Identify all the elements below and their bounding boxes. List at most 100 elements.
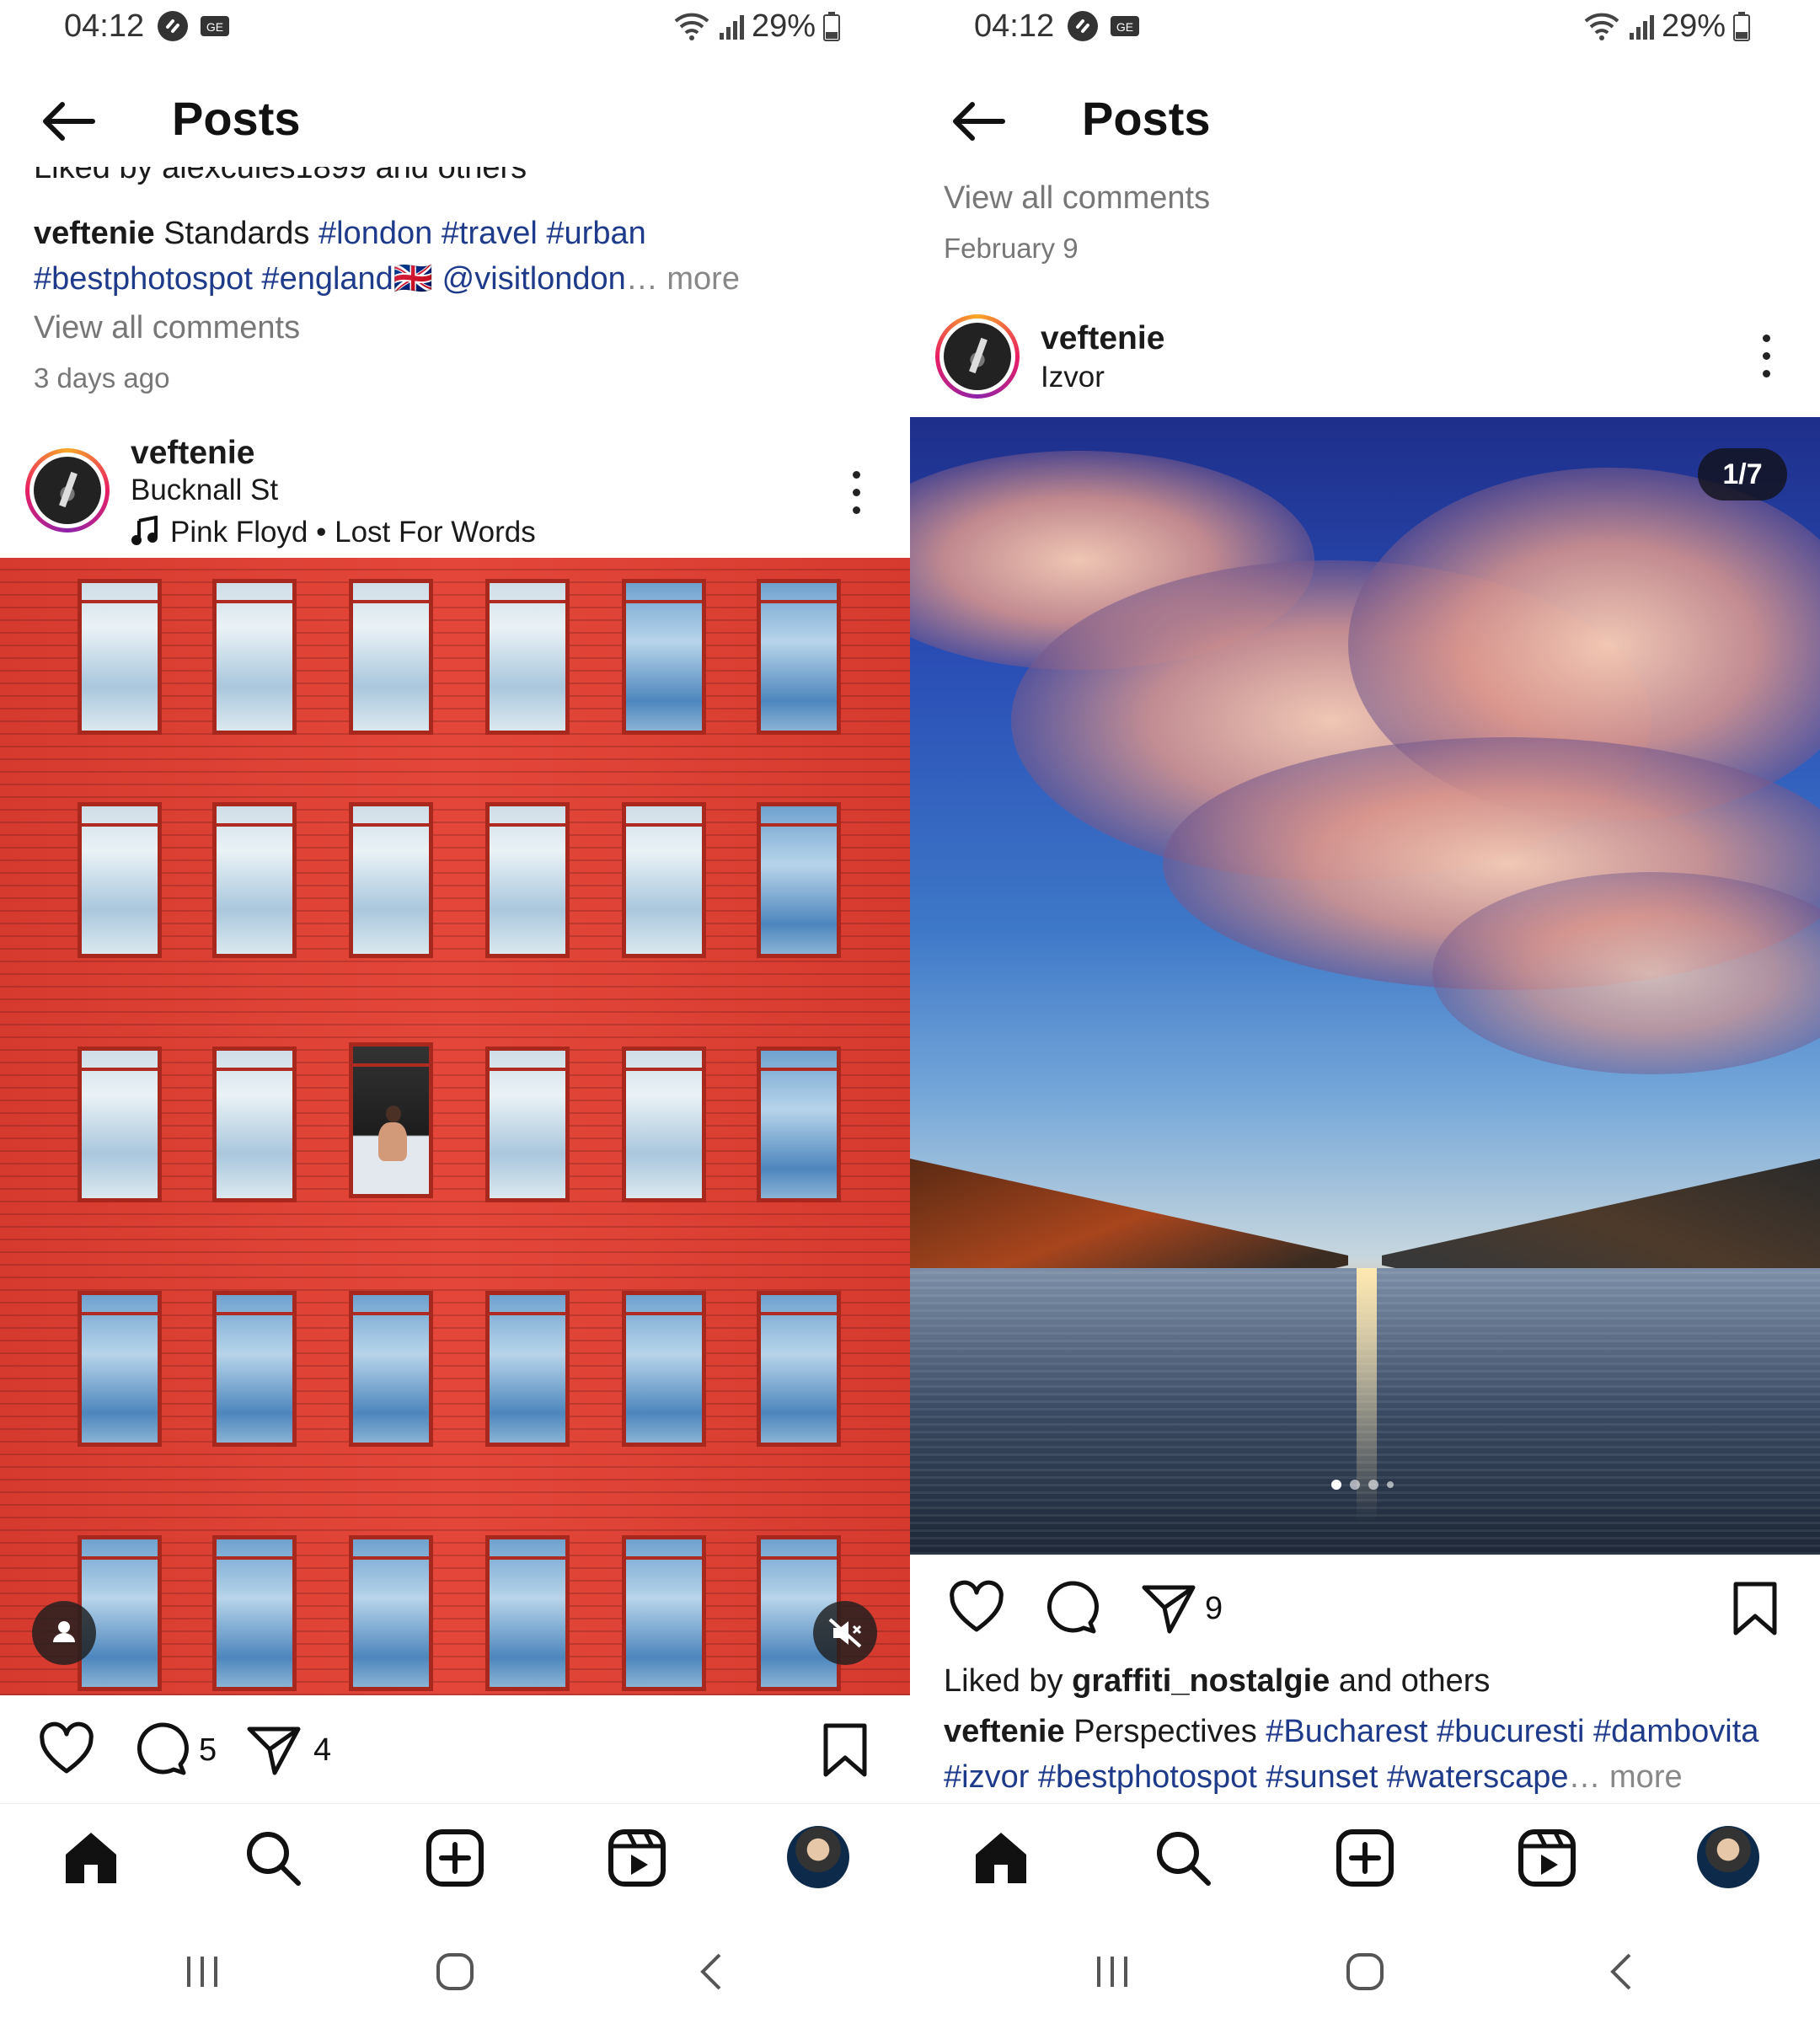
recents-icon[interactable] — [1092, 1951, 1132, 1992]
battery-icon — [823, 11, 840, 41]
like-heart-icon[interactable] — [947, 1579, 1006, 1638]
profile-avatar[interactable] — [1697, 1826, 1759, 1888]
post-username[interactable]: veftenie — [131, 435, 254, 472]
window — [349, 802, 433, 958]
caption-more-link[interactable]: more — [666, 261, 740, 297]
volume-muted-icon — [828, 1618, 862, 1648]
window — [78, 802, 162, 958]
recents-icon[interactable] — [182, 1951, 222, 1992]
caption-hashtags[interactable]: #Bucharest #bucuresti #dambovita — [1266, 1714, 1758, 1749]
reels-icon[interactable] — [607, 1828, 667, 1888]
caption-text: Perspectives — [1073, 1714, 1257, 1749]
post-options-icon[interactable] — [848, 468, 864, 518]
post-options-icon[interactable] — [1758, 331, 1774, 382]
window — [212, 1535, 297, 1691]
window — [485, 1291, 570, 1447]
gallery-notification-icon: GE — [1111, 16, 1139, 36]
like-heart-icon[interactable] — [37, 1721, 96, 1780]
window — [757, 802, 841, 958]
window — [622, 1291, 706, 1447]
caption-hashtags-2[interactable]: #izvor #bestphotospot #sunset #waterscap… — [944, 1759, 1568, 1795]
post-avatar[interactable] — [25, 448, 110, 533]
share-send-icon[interactable] — [1139, 1579, 1198, 1638]
window — [485, 802, 570, 958]
post-date: February 9 — [944, 233, 1079, 264]
window — [212, 1047, 297, 1202]
home-icon[interactable] — [971, 1828, 1031, 1888]
post-music[interactable]: Pink Floyd • Lost For Words — [170, 516, 536, 549]
liked-by-line: Liked by graffiti_nostalgie and others — [944, 1663, 1490, 1700]
liked-by-suffix[interactable]: and others — [1339, 1663, 1491, 1699]
back-arrow-icon[interactable] — [37, 96, 98, 147]
new-post-icon[interactable] — [1335, 1828, 1395, 1888]
window — [757, 1291, 841, 1447]
caption-username[interactable]: veftenie — [944, 1714, 1065, 1749]
home-circle-icon[interactable] — [435, 1951, 475, 1992]
mute-button[interactable] — [813, 1601, 877, 1665]
back-chevron-icon[interactable] — [693, 1951, 733, 1992]
bottom-navigation — [0, 1803, 910, 1914]
post-avatar[interactable] — [935, 314, 1020, 399]
post-photo[interactable] — [910, 417, 1820, 1555]
save-bookmark-icon[interactable] — [1726, 1579, 1785, 1638]
comment-icon[interactable] — [131, 1721, 190, 1780]
post-location[interactable]: Izvor — [1041, 361, 1105, 394]
window — [212, 802, 297, 958]
tagged-people-button[interactable] — [32, 1601, 96, 1665]
home-circle-icon[interactable] — [1345, 1951, 1385, 1992]
share-send-icon[interactable] — [244, 1721, 303, 1780]
caption-ellipsis: … — [1568, 1759, 1601, 1795]
window — [622, 1535, 706, 1691]
post-photo[interactable] — [0, 558, 910, 1695]
post-actions: 5 4 — [0, 1719, 910, 1786]
left-screen: 04:12 GE 29% Posts Liked by alexcules189… — [0, 0, 910, 2029]
signal-icon — [719, 14, 744, 40]
person-in-window — [378, 1106, 407, 1161]
shazam-icon — [1068, 11, 1098, 41]
window — [349, 1535, 433, 1691]
view-all-comments[interactable]: View all comments — [944, 180, 1210, 217]
search-icon[interactable] — [243, 1828, 303, 1888]
caption-hashtags-2[interactable]: #bestphotospot #england🇬🇧 @visitlondon — [34, 261, 626, 297]
window — [78, 1047, 162, 1202]
right-screen: 04:12 GE 29% Posts View all comments Feb… — [910, 0, 1820, 2029]
window — [349, 1291, 433, 1447]
back-arrow-icon[interactable] — [947, 96, 1008, 147]
battery-percent: 29% — [1661, 8, 1726, 44]
shazam-icon — [158, 11, 188, 41]
window — [622, 1047, 706, 1202]
carousel-dot-active — [1331, 1480, 1341, 1490]
profile-avatar[interactable] — [787, 1826, 849, 1888]
window — [212, 1291, 297, 1447]
caption-username[interactable]: veftenie — [34, 216, 155, 251]
status-bar: 04:12 GE 29% — [0, 0, 910, 54]
comment-icon[interactable] — [1041, 1579, 1100, 1638]
post-username[interactable]: veftenie — [1041, 320, 1164, 357]
wifi-icon — [1584, 13, 1619, 40]
status-time: 04:12 — [64, 8, 145, 44]
home-icon[interactable] — [61, 1828, 121, 1888]
caption-hashtags[interactable]: #london #travel #urban — [318, 216, 646, 251]
status-time: 04:12 — [974, 8, 1055, 44]
post-location[interactable]: Bucknall St — [131, 474, 278, 507]
caption-more-link[interactable]: more — [1609, 1759, 1683, 1795]
share-count: 9 — [1205, 1591, 1223, 1626]
post-caption: veftenie Standards #london #travel #urba… — [34, 211, 885, 302]
carousel-dot — [1368, 1480, 1378, 1490]
page-header: Posts — [910, 76, 1820, 167]
window — [622, 802, 706, 958]
window — [78, 1291, 162, 1447]
back-chevron-icon[interactable] — [1603, 1951, 1643, 1992]
music-note-icon — [131, 516, 158, 545]
caption-text: Standards — [163, 216, 310, 251]
wifi-icon — [674, 13, 709, 40]
new-post-icon[interactable] — [425, 1828, 485, 1888]
carousel-counter: 1/7 — [1698, 448, 1787, 501]
search-icon[interactable] — [1153, 1828, 1213, 1888]
reels-icon[interactable] — [1517, 1828, 1577, 1888]
bottom-navigation — [910, 1803, 1820, 1914]
save-bookmark-icon[interactable] — [816, 1721, 875, 1780]
view-all-comments[interactable]: View all comments — [34, 310, 300, 346]
liked-by-user[interactable]: graffiti_nostalgie — [1072, 1663, 1330, 1699]
window — [78, 579, 162, 735]
